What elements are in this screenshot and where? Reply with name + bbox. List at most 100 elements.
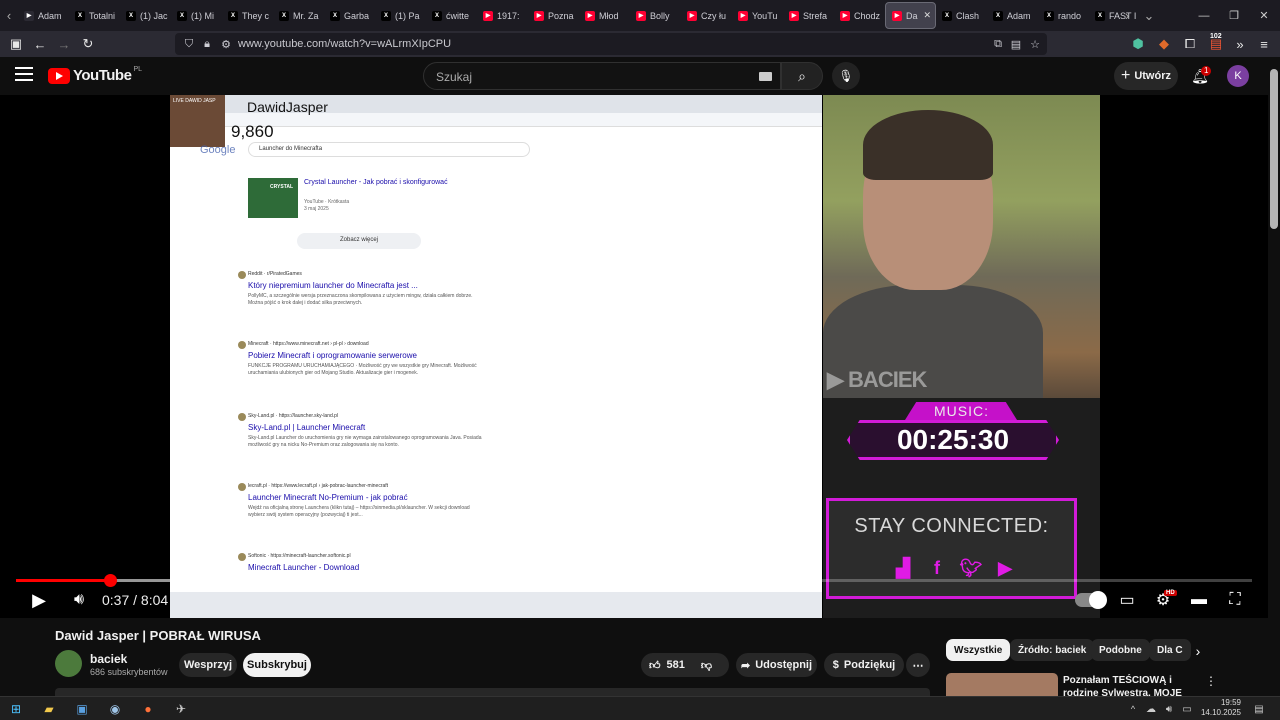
see-more-button: Zobacz więcej: [297, 233, 421, 249]
keyboard-icon[interactable]: [759, 72, 772, 81]
steam-icon[interactable]: ◉: [106, 700, 124, 718]
recommended-video-title[interactable]: Poznałam TEŚCIOWĄ i rodzinę Sylwestra, M…: [1063, 674, 1201, 696]
filter-chip[interactable]: Podobne: [1091, 639, 1150, 661]
browser-tab[interactable]: ▶ Bolly: [630, 2, 681, 29]
thanks-button[interactable]: $ Podziękuj: [824, 653, 904, 677]
extension-shield-icon[interactable]: ⬢: [1126, 31, 1150, 57]
tray-cloud-icon[interactable]: ☁: [1142, 700, 1160, 718]
notification-center-icon[interactable]: ▤: [1250, 700, 1268, 718]
app-menu-icon[interactable]: ≡: [1252, 31, 1276, 57]
browser-tab[interactable]: ▶ YouTu: [732, 2, 783, 29]
forward-button[interactable]: →: [52, 31, 76, 57]
browser-tab[interactable]: Xrando: [1038, 2, 1089, 29]
tray-chevron-icon[interactable]: ^: [1124, 700, 1142, 718]
address-bar[interactable]: ⛉ 🔒︎ ⚙ www.youtube.com/watch?v=wALrmXIpC…: [175, 33, 1047, 55]
filter-chip[interactable]: Wszystkie: [946, 639, 1011, 661]
guide-menu-icon[interactable]: [15, 67, 33, 81]
volume-icon[interactable]: 🔊︎: [66, 585, 92, 615]
more-tools-chevron-icon[interactable]: »: [1228, 31, 1252, 57]
file-explorer-icon[interactable]: ▰: [40, 700, 58, 718]
reload-button[interactable]: ↻: [76, 31, 100, 57]
browser-tab[interactable]: X Mr. Za: [273, 2, 324, 29]
tab-scroll-right-icon[interactable]: ›: [1118, 0, 1136, 31]
browser-tab[interactable]: X Garba: [324, 2, 375, 29]
autoplay-toggle[interactable]: [1075, 591, 1107, 609]
support-button[interactable]: Wesprzyj: [179, 653, 237, 677]
page-scrollbar[interactable]: [1268, 57, 1280, 696]
scrollbar-thumb[interactable]: [1270, 69, 1278, 229]
browser-tab[interactable]: X (1) Mi: [171, 2, 222, 29]
browser-tab-label: (1) Pa: [395, 10, 420, 21]
voice-search-mic-icon[interactable]: 🎙︎: [832, 62, 860, 90]
channel-name[interactable]: baciek: [90, 652, 127, 666]
play-button[interactable]: ▶: [26, 585, 52, 615]
app-window-icon[interactable]: ▣: [73, 700, 91, 718]
like-count[interactable]: 581: [667, 659, 685, 671]
sidebar-toggle-icon[interactable]: ▣: [4, 31, 28, 57]
recommended-video-thumbnail[interactable]: [946, 673, 1058, 696]
chips-next-chevron-icon[interactable]: ›: [1190, 641, 1206, 661]
extensions-puzzle-icon[interactable]: ⧠: [1178, 31, 1202, 57]
like-icon[interactable]: 👍︎: [649, 659, 661, 672]
browser-tab-label: YouTu: [752, 10, 778, 21]
progress-bar[interactable]: [16, 574, 1252, 587]
result-link: Pobierz Minecraft i oprogramowanie serwe…: [248, 351, 417, 360]
tracking-protection-icon[interactable]: ⛉: [181, 36, 197, 52]
system-clock[interactable]: 19:59 14.10.2025: [1197, 698, 1241, 718]
browser-tab[interactable]: ▶ Czy łu: [681, 2, 732, 29]
search-input[interactable]: Szukaj: [423, 62, 781, 90]
browser-tab[interactable]: X (1) Pa: [375, 2, 426, 29]
account-avatar[interactable]: K: [1227, 65, 1249, 87]
recommended-more-icon[interactable]: ⋮: [1205, 674, 1217, 688]
tab-scroll-left-icon[interactable]: ‹: [0, 0, 18, 31]
tray-speaker-icon[interactable]: 🔊︎: [1160, 700, 1178, 718]
filter-chip[interactable]: Źródło: baciek: [1010, 639, 1095, 661]
browser-tab[interactable]: X Totalni: [69, 2, 120, 29]
close-window-button[interactable]: ✕: [1248, 0, 1280, 31]
youtube-logo[interactable]: YouTube PL: [48, 66, 142, 84]
browser-tab[interactable]: ▶ Młod: [579, 2, 630, 29]
picture-in-picture-icon[interactable]: ⧉: [990, 36, 1006, 52]
browser-tab[interactable]: ▶ Strefa: [783, 2, 834, 29]
browser-tab[interactable]: X They c: [222, 2, 273, 29]
browser-tab[interactable]: ▶ Da ✕: [885, 2, 936, 29]
browser-tab[interactable]: X (1) Jac: [120, 2, 171, 29]
browser-tab[interactable]: ▶ 1917:: [477, 2, 528, 29]
tray-network-icon[interactable]: ▭: [1178, 700, 1196, 718]
clock-time: 19:59: [1220, 698, 1241, 707]
description-box[interactable]: [55, 688, 930, 696]
browser-tab[interactable]: X Adam: [987, 2, 1038, 29]
more-actions-button[interactable]: ⋯: [906, 653, 930, 677]
theater-mode-icon[interactable]: ▬: [1186, 585, 1212, 615]
firefox-icon[interactable]: ●: [139, 700, 157, 718]
browser-tab[interactable]: X Clash: [936, 2, 987, 29]
share-button[interactable]: ➦ Udostępnij: [736, 653, 817, 677]
app-rocket-icon[interactable]: ✈: [172, 700, 190, 718]
browser-tab[interactable]: Xćwitte: [426, 2, 477, 29]
extension-fox-icon[interactable]: ◆: [1152, 31, 1176, 57]
video-player[interactable]: LIVE DAWID JASP DawidJasper 9,860 Google…: [0, 95, 1268, 618]
browser-tab[interactable]: ▶ Chodz: [834, 2, 885, 29]
channel-avatar[interactable]: [55, 650, 82, 677]
url-text[interactable]: www.youtube.com/watch?v=wALrmXIpCPU: [238, 38, 451, 50]
fullscreen-icon[interactable]: ⛶: [1222, 585, 1248, 615]
minimize-window-button[interactable]: —: [1188, 0, 1220, 31]
search-button[interactable]: ⌕: [781, 62, 823, 90]
permissions-icon[interactable]: ⚙: [218, 36, 234, 52]
start-windows-icon[interactable]: ⊞: [7, 700, 25, 718]
tab-list-chevron-icon[interactable]: ⌄: [1140, 0, 1158, 31]
dislike-icon[interactable]: 👎︎: [701, 659, 712, 672]
back-button[interactable]: ←: [28, 31, 52, 57]
subscribe-button[interactable]: Subskrybuj: [243, 653, 311, 677]
bookmark-star-icon[interactable]: ☆: [1027, 36, 1043, 52]
browser-tab[interactable]: ▶ Pozna: [528, 2, 579, 29]
browser-tab[interactable]: ▶ Adam: [18, 2, 69, 29]
reader-view-icon[interactable]: ▤: [1008, 36, 1024, 52]
create-button[interactable]: + Utwórz: [1114, 62, 1178, 90]
restore-window-button[interactable]: ❐: [1218, 0, 1250, 31]
filter-chip[interactable]: Dla C: [1149, 639, 1191, 661]
subtitles-icon[interactable]: ▭: [1114, 585, 1140, 615]
stay-connected-label: STAY CONNECTED:: [854, 515, 1049, 537]
tab-close-icon[interactable]: ✕: [923, 10, 931, 21]
lock-icon[interactable]: 🔒︎: [199, 36, 215, 52]
